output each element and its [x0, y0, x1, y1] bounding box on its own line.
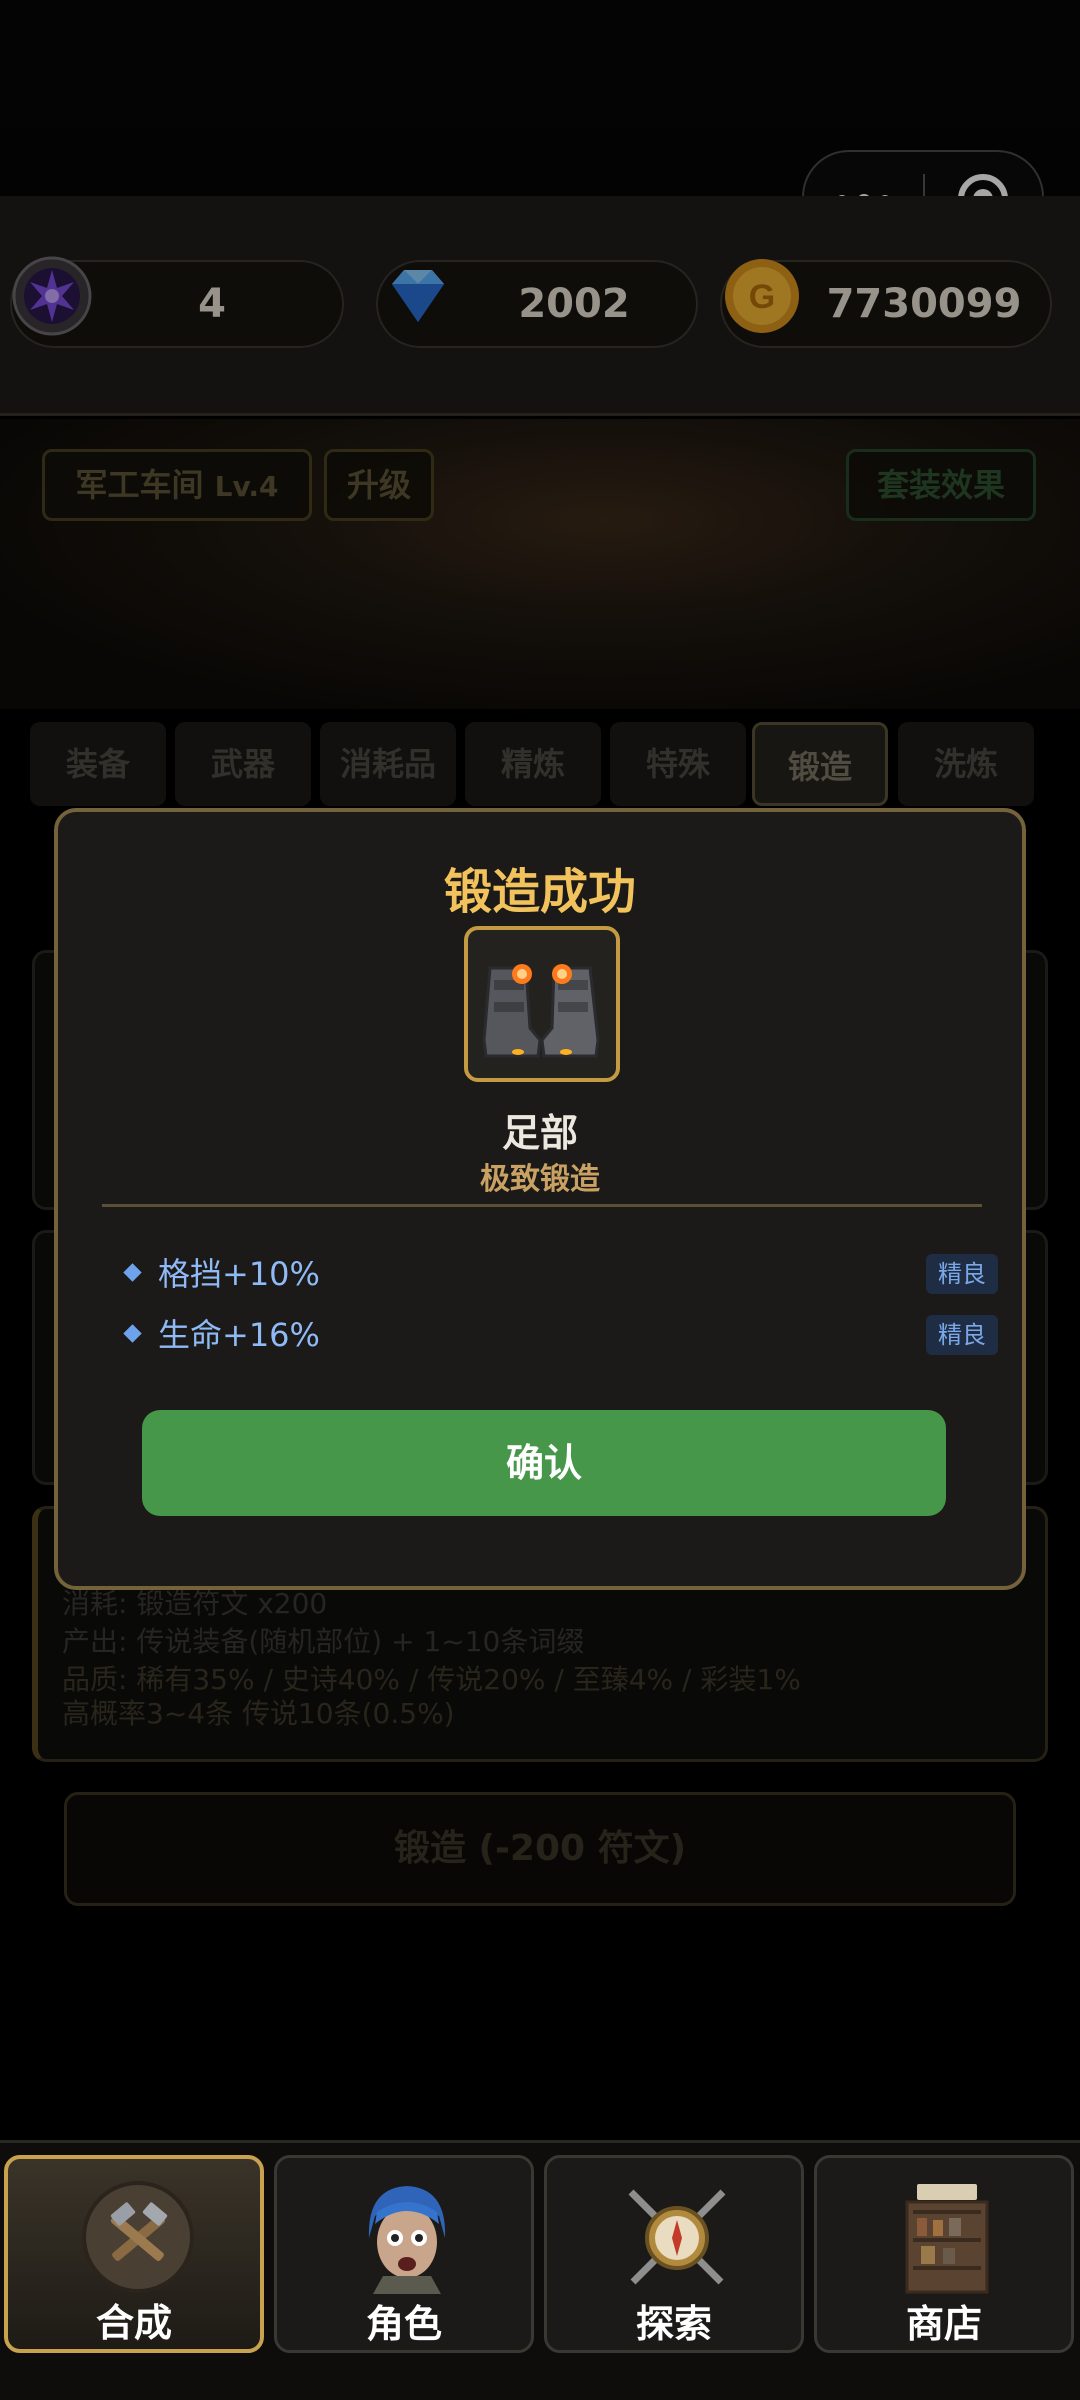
nav-label: 商店 — [905, 2302, 982, 2346]
nav-item-character[interactable]: 角色 — [274, 2155, 534, 2353]
nav-label: 探索 — [635, 2302, 712, 2346]
bullet-diamond-icon — [123, 1263, 142, 1282]
quality-badge: 精良 — [926, 1315, 998, 1355]
nav-item-crafting[interactable]: 合成 — [4, 2155, 264, 2353]
item-subtitle: 极致锻造 — [480, 1162, 600, 1197]
nav-label: 角色 — [365, 2302, 442, 2346]
character-portrait-icon — [368, 2186, 446, 2294]
affix-row: 格挡+10% 精良 — [118, 1252, 998, 1296]
armored-boots-icon — [482, 964, 600, 1058]
crafting-tools-icon — [82, 2181, 194, 2293]
item-name: 足部 — [501, 1111, 578, 1155]
item-frame — [464, 926, 620, 1082]
forge-success-dialog: 锻造成功 足部 极致锻造 格挡+10% 精良 生命+16% 精良 确认 — [54, 808, 1026, 1590]
bullet-diamond-icon — [123, 1324, 142, 1343]
affix-row: 生命+16% 精良 — [118, 1313, 998, 1357]
nav-label: 合成 — [95, 2301, 172, 2345]
affix-text: 生命+16% — [158, 1316, 320, 1354]
shop-shelf-icon — [905, 2184, 989, 2294]
bottom-nav: 合成 角色 探索 商店 — [0, 2140, 1080, 2400]
dialog-title: 锻造成功 — [443, 864, 636, 920]
affix-text: 格挡+10% — [158, 1255, 320, 1293]
nav-item-explore[interactable]: 探索 — [544, 2155, 804, 2353]
confirm-button[interactable]: 确认 — [142, 1410, 946, 1516]
quality-badge: 精良 — [926, 1254, 998, 1294]
compass-swords-icon — [628, 2189, 726, 2285]
dialog-divider — [102, 1204, 982, 1207]
nav-item-shop[interactable]: 商店 — [814, 2155, 1074, 2353]
